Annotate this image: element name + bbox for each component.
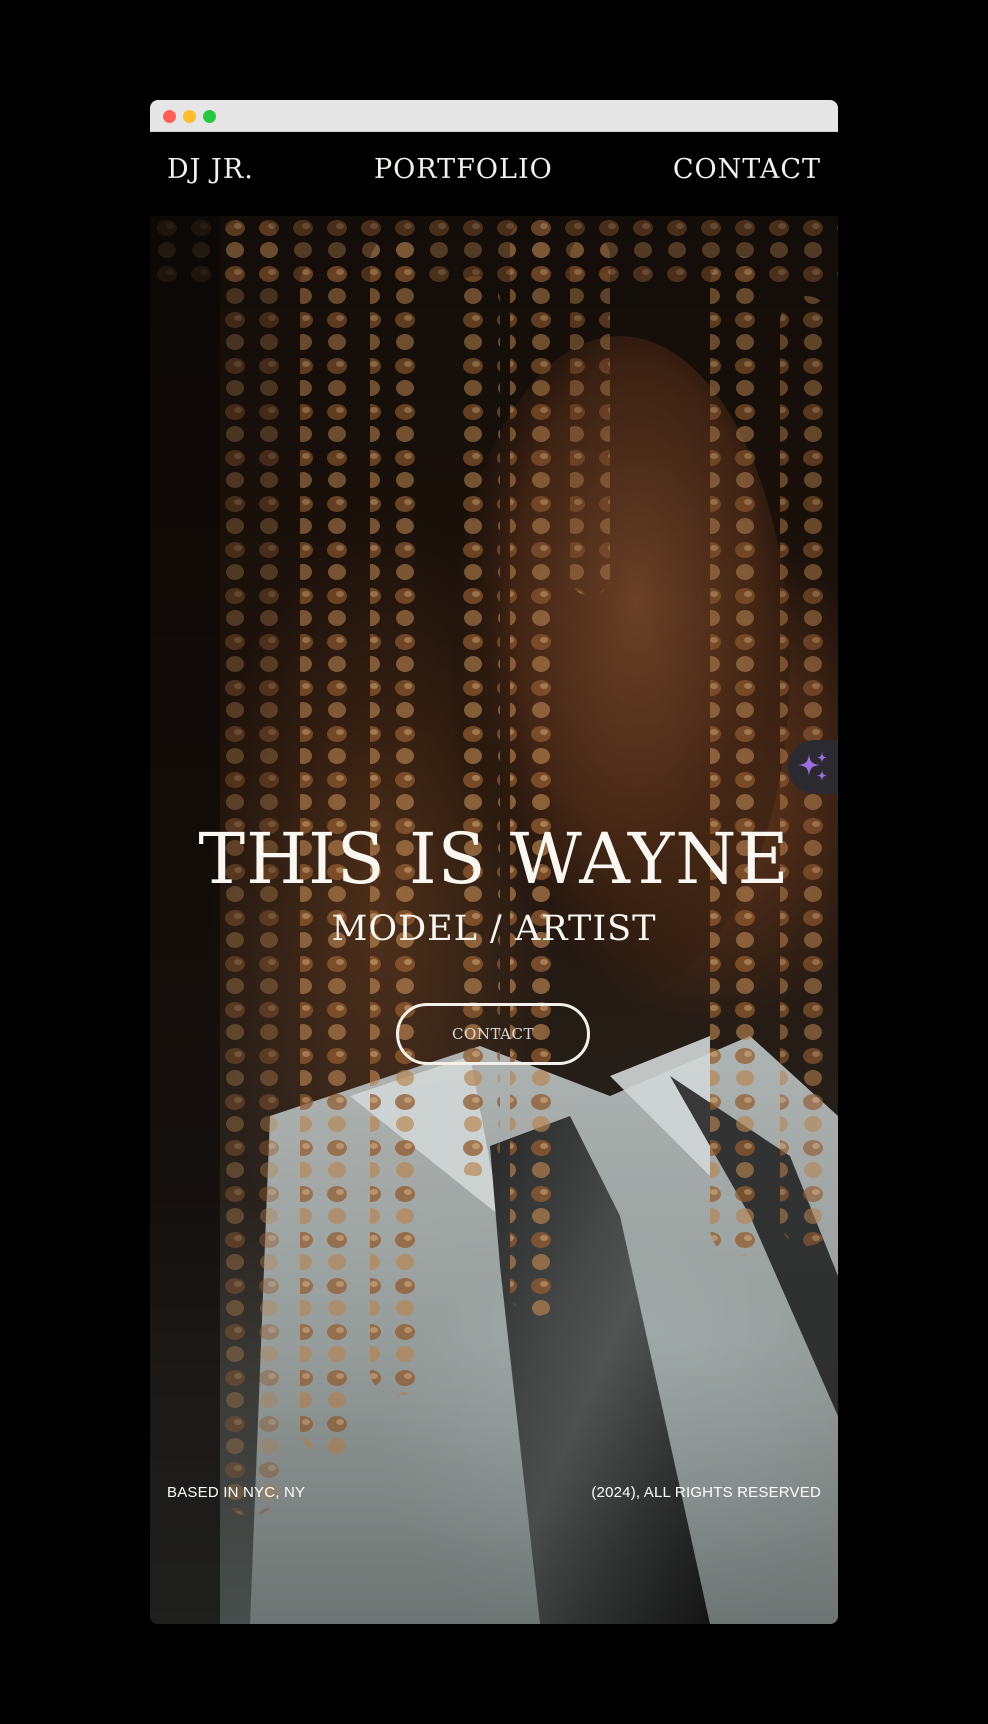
footer-location: BASED IN NYC, NY bbox=[167, 1484, 306, 1501]
close-window-button[interactable] bbox=[163, 110, 176, 123]
hero-contact-button[interactable]: CONTACT bbox=[396, 1003, 590, 1065]
hero-title: THIS IS WAYNE bbox=[198, 818, 790, 900]
hero-subtitle: MODEL / ARTIST bbox=[331, 909, 657, 949]
page: DJ JR. PORTFOLIO CONTACT THIS IS WAYNE M… bbox=[0, 0, 988, 1724]
hero-section: THIS IS WAYNE MODEL / ARTIST CONTACT bbox=[150, 216, 838, 1624]
minimize-window-button[interactable] bbox=[183, 110, 196, 123]
nav-contact-link[interactable]: CONTACT bbox=[673, 154, 821, 185]
assistant-button[interactable] bbox=[788, 740, 838, 794]
maximize-window-button[interactable] bbox=[203, 110, 216, 123]
footer-copyright: (2024), ALL RIGHTS RESERVED bbox=[591, 1484, 821, 1501]
brand-link[interactable]: DJ JR. bbox=[167, 154, 254, 185]
sparkles-icon bbox=[798, 752, 827, 781]
nav-portfolio-link[interactable]: PORTFOLIO bbox=[374, 154, 553, 185]
browser-window: DJ JR. PORTFOLIO CONTACT THIS IS WAYNE M… bbox=[150, 100, 838, 1624]
window-titlebar bbox=[150, 100, 838, 132]
top-nav: DJ JR. PORTFOLIO CONTACT bbox=[150, 132, 838, 216]
